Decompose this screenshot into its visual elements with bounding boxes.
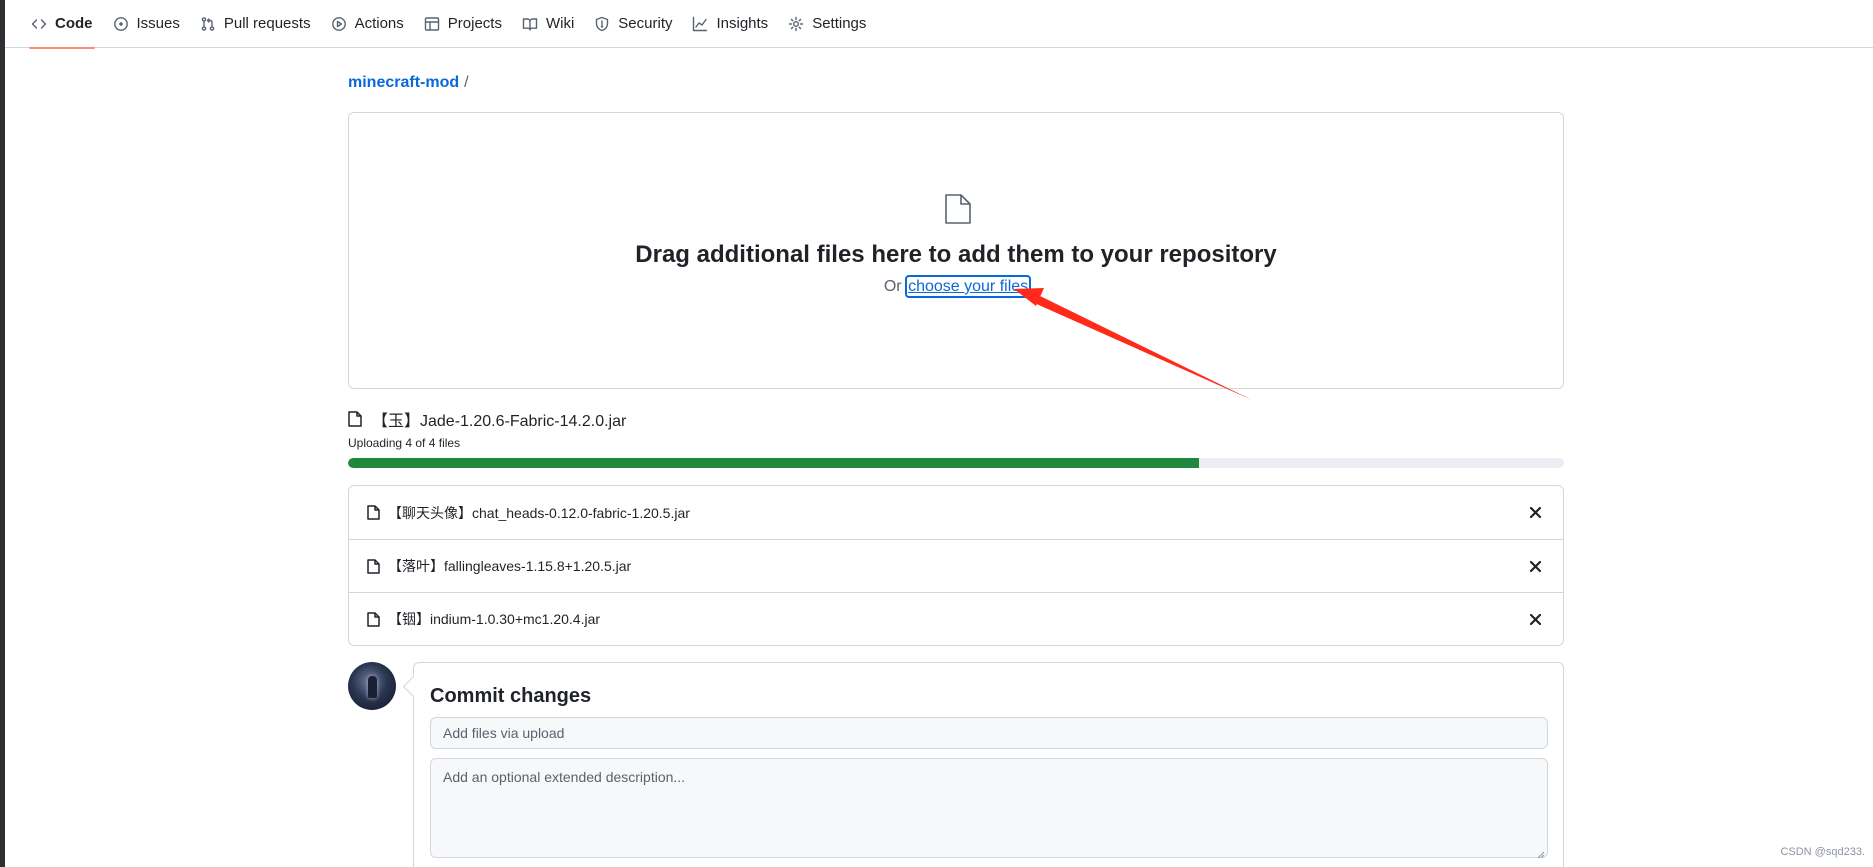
code-icon [31,18,47,29]
file-icon [367,558,388,574]
issue-icon [113,16,128,31]
tab-issues[interactable]: Issues [103,0,190,48]
uploading-file-name: 【玉】Jade-1.20.6-Fabric-14.2.0.jar [372,413,627,430]
graph-icon [693,16,708,31]
file-name: 【聊天头像】chat_heads-0.12.0-fabric-1.20.5.ja… [388,504,690,521]
uploading-file: 【玉】Jade-1.20.6-Fabric-14.2.0.jar [348,407,626,431]
upload-status: Uploading 4 of 4 files [348,436,461,450]
file-name: 【落叶】fallingleaves-1.15.8+1.20.5.jar [388,558,632,574]
list-item: 【聊天头像】chat_heads-0.12.0-fabric-1.20.5.ja… [349,486,1563,539]
tab-label: Issues [136,15,180,32]
file-icon [367,611,388,627]
watermark: CSDN @sqd233. [1780,846,1865,858]
pull-request-icon [201,16,215,31]
tab-label: Wiki [545,15,575,32]
list-item: 【落叶】fallingleaves-1.15.8+1.20.5.jar [349,539,1563,592]
tab-label: Settings [812,15,867,32]
tab-wiki[interactable]: Wiki [512,0,584,48]
commit-summary-input[interactable] [430,717,1548,749]
upload-progress-bar [348,458,1564,468]
annotation-arrow [1014,288,1252,400]
tab-label: Projects [447,15,502,32]
file-drop-zone[interactable]: Drag additional files here to add them t… [348,112,1564,389]
list-item: 【铟】indium-1.0.30+mc1.20.4.jar [349,592,1563,645]
breadcrumb-separator: / [464,74,469,91]
avatar [348,662,396,710]
tab-label: Insights [716,15,769,32]
tab-label: Pull requests [223,15,311,32]
tab-label: Actions [354,15,404,32]
file-list: 【聊天头像】chat_heads-0.12.0-fabric-1.20.5.ja… [348,485,1564,646]
dropzone-heading: Drag additional files here to add them t… [635,241,1277,268]
remove-file-button[interactable] [1525,609,1545,629]
tab-label: Code [55,15,93,32]
tab-insights[interactable]: Insights [682,0,778,48]
tab-projects[interactable]: Projects [414,0,512,48]
or-text: Or [883,278,902,295]
gear-icon [788,16,804,31]
tab-pull-requests[interactable]: Pull requests [190,0,321,48]
breadcrumb: minecraft-mod / [348,74,469,92]
shield-icon [596,16,609,31]
tab-actions[interactable]: Actions [321,0,414,48]
remove-file-button[interactable] [1525,503,1545,523]
repo-link[interactable]: minecraft-mod [348,74,459,91]
table-icon [424,16,439,31]
tab-security[interactable]: Security [584,0,682,48]
close-icon [1529,560,1541,572]
file-icon [944,193,972,225]
close-icon [1529,507,1541,518]
resize-handle-icon[interactable] [1535,846,1545,859]
close-icon [1529,613,1541,625]
tab-code[interactable]: Code [21,0,103,49]
play-icon [331,16,346,31]
file-icon [348,411,362,427]
file-icon [367,505,388,520]
progress-fill [348,458,1200,468]
repo-nav: Code Issues Pull requests Actions Projec… [5,0,1873,49]
commit-panel: Commit changes [413,662,1564,867]
commit-heading: Commit changes [430,685,592,707]
window-edge [0,0,5,867]
dropzone-subtext: Or choose your files [349,275,1563,298]
tab-label: Security [618,15,673,32]
book-icon [522,17,538,31]
remove-file-button[interactable] [1525,556,1545,576]
tab-settings[interactable]: Settings [778,0,876,48]
file-name: 【铟】indium-1.0.30+mc1.20.4.jar [388,611,601,627]
commit-description-field[interactable] [430,758,1548,858]
